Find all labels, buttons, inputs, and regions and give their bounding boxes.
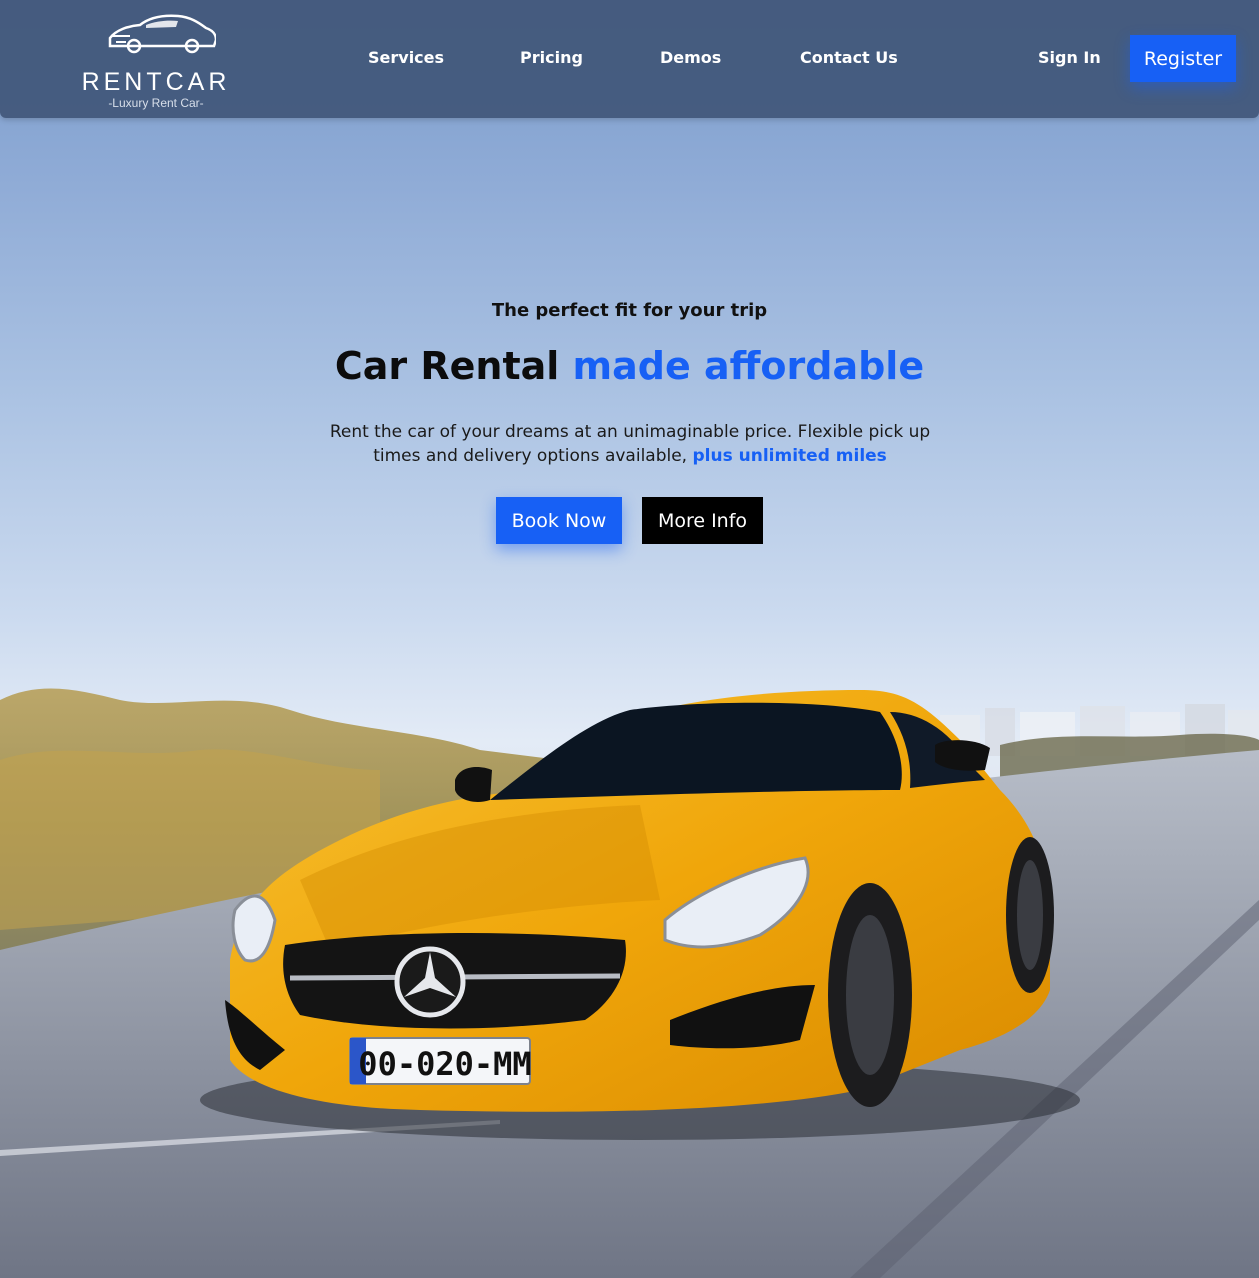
nav-link-pricing[interactable]: Pricing [520,48,583,67]
headline-accent: made affordable [572,344,925,388]
description-accent: plus unlimited miles [692,446,887,466]
hero-description: Rent the car of your dreams at an unimag… [320,420,940,468]
hero-background-image: 00-020-MM [0,688,1259,1278]
page: 00-020-MM RENTCAR -Luxury Rent Car- Serv… [0,0,1259,1278]
brand-tagline: -Luxury Rent Car- [108,96,204,110]
car-windshield [490,702,902,800]
book-now-button[interactable]: Book Now [496,497,622,544]
car-emblem [394,946,466,1018]
nav-link-contact-us[interactable]: Contact Us [800,48,898,67]
car-logo-icon [108,14,216,54]
license-plate-number: 00-020-MM [358,1045,531,1083]
sign-in-link[interactable]: Sign In [1038,48,1101,67]
brand-logo[interactable]: RENTCAR -Luxury Rent Car- [78,10,234,110]
brand-name: RENTCAR [81,68,231,96]
hero-headline: Car Rental made affordable [0,344,1259,388]
nav-link-services[interactable]: Services [368,48,444,67]
register-button[interactable]: Register [1130,35,1236,82]
headline-plain: Car Rental [334,344,560,388]
hero-eyebrow: The perfect fit for your trip [491,300,768,321]
nav-link-demos[interactable]: Demos [660,48,721,67]
more-info-button[interactable]: More Info [642,497,763,544]
top-navbar: RENTCAR -Luxury Rent Car- Services Prici… [0,0,1259,118]
